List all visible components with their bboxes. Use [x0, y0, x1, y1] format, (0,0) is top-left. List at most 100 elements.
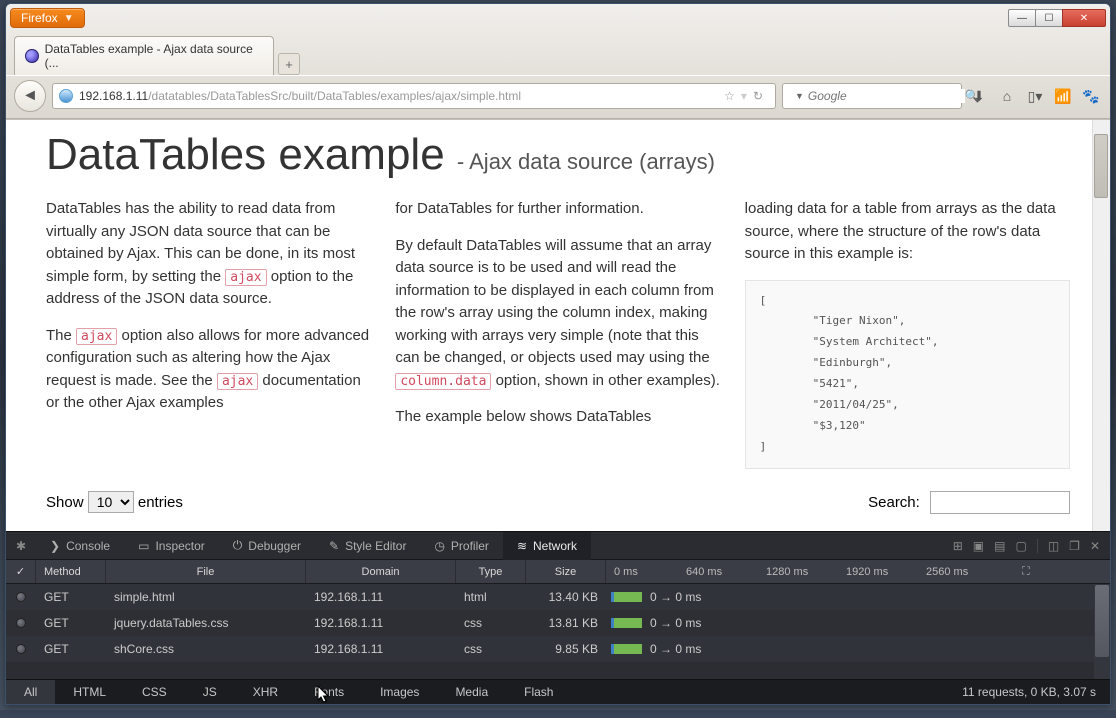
status-dot-icon	[16, 644, 26, 654]
th-office[interactable]: Office▲▼	[393, 524, 548, 531]
window-controls: — ☐ ✕	[1009, 9, 1106, 27]
search-engine-dropdown-icon[interactable]: ▼	[791, 91, 808, 101]
cell-size: 13.40 KB	[526, 590, 606, 604]
tab-title: DataTables example - Ajax data source (.…	[45, 42, 263, 70]
devtools-icon-2[interactable]: ▣	[973, 539, 984, 553]
styleeditor-icon: ✎	[329, 539, 339, 553]
filter-xhr[interactable]: XHR	[235, 680, 296, 704]
firefox-menu-button[interactable]: Firefox ▼	[10, 8, 85, 28]
globe-icon	[59, 89, 73, 103]
addon-button[interactable]: 🐾	[1080, 88, 1102, 105]
page-subtitle: - Ajax data source (arrays)	[457, 149, 715, 174]
feed-button[interactable]: 📶	[1052, 88, 1074, 105]
header-size[interactable]: Size	[526, 560, 606, 583]
code-columndata: column.data	[395, 373, 491, 390]
cell-method: GET	[36, 590, 106, 604]
cell-type: css	[456, 642, 526, 656]
header-method[interactable]: Method	[36, 560, 106, 583]
network-request-row[interactable]: GETsimple.html192.168.1.11html13.40 KB0 …	[6, 584, 1110, 610]
cell-file: shCore.css	[106, 642, 306, 656]
header-timeline[interactable]: 0 ms 640 ms 1280 ms 1920 ms 2560 ms ⛶	[606, 566, 1110, 578]
filter-css[interactable]: CSS	[124, 680, 185, 704]
status-dot-icon	[16, 592, 26, 602]
cell-time: 0 → 0 ms	[650, 590, 701, 604]
devtools-dock-button[interactable]: ◫	[1048, 539, 1059, 553]
filter-js[interactable]: JS	[185, 680, 235, 704]
network-request-row[interactable]: GETshCore.css192.168.1.11css9.85 KB0 → 0…	[6, 636, 1110, 662]
status-dot-icon	[16, 618, 26, 628]
devtools-scrollbar[interactable]	[1094, 584, 1110, 679]
inspector-icon: ▭	[138, 539, 149, 553]
cell-domain: 192.168.1.11	[306, 642, 456, 656]
tab-network[interactable]: ≋Network	[503, 532, 591, 560]
network-headers: ✓ Method File Domain Type Size 0 ms 640 …	[6, 560, 1110, 584]
tab-styleeditor[interactable]: ✎Style Editor	[315, 532, 420, 560]
table-search-input[interactable]	[930, 491, 1070, 514]
tab-console[interactable]: ❯Console	[36, 532, 124, 560]
th-startdate[interactable]: Start date▲▼	[688, 524, 909, 531]
reload-button[interactable]: ↻	[747, 89, 769, 103]
waterfall-bar	[614, 618, 642, 628]
network-request-row[interactable]: GETjquery.dataTables.css192.168.1.11css1…	[6, 610, 1110, 636]
browser-tab[interactable]: DataTables example - Ajax data source (.…	[14, 36, 274, 75]
filter-media[interactable]: Media	[437, 680, 506, 704]
devtools-icon-1[interactable]: ⊞	[953, 539, 963, 553]
devtools-icon-4[interactable]: ▢	[1015, 539, 1026, 553]
page-scrollbar[interactable]	[1092, 120, 1110, 531]
devtools-popout-button[interactable]: ❐	[1069, 539, 1080, 553]
cell-type: html	[456, 590, 526, 604]
tab-profiler[interactable]: ◷Profiler	[420, 532, 503, 560]
th-position[interactable]: Position▲▼	[197, 524, 393, 531]
cell-time: 0 → 0 ms	[650, 642, 701, 656]
filter-fonts[interactable]: Fonts	[296, 680, 362, 704]
home-button[interactable]: ⌂	[996, 88, 1018, 104]
tab-inspector[interactable]: ▭Inspector	[124, 532, 219, 560]
bookmarks-button[interactable]: ▯▾	[1024, 88, 1046, 105]
intro-paragraph-4: By default DataTables will assume that a…	[395, 235, 720, 393]
intro-paragraph-6: loading data for a table from arrays as …	[745, 198, 1070, 266]
entries-select[interactable]: 10	[88, 491, 134, 513]
code-block: [ "Tiger Nixon", "System Architect", "Ed…	[745, 280, 1070, 469]
new-tab-button[interactable]: +	[278, 53, 300, 75]
filter-flash[interactable]: Flash	[506, 680, 571, 704]
filter-images[interactable]: Images	[362, 680, 437, 704]
network-filters: AllHTMLCSSJSXHRFontsImagesMediaFlash 11 …	[6, 679, 1110, 704]
maximize-button[interactable]: ☐	[1035, 9, 1063, 27]
th-salary[interactable]: Salary▲▼	[909, 524, 1070, 531]
firefox-window: Firefox ▼ — ☐ ✕ DataTables example - Aja…	[5, 3, 1111, 705]
devtools-options-button[interactable]: ✱	[6, 532, 36, 560]
downloads-button[interactable]: ⬇	[968, 88, 990, 105]
search-control: Search:	[868, 491, 1070, 514]
header-status[interactable]: ✓	[6, 560, 36, 583]
search-input[interactable]	[808, 89, 965, 103]
code-ajax: ajax	[225, 269, 266, 286]
devtools-close-button[interactable]: ✕	[1090, 539, 1100, 553]
minimize-button[interactable]: —	[1008, 9, 1036, 27]
cell-waterfall: 0 → 0 ms	[606, 590, 1094, 604]
debugger-icon: ⏻	[233, 538, 243, 553]
header-type[interactable]: Type	[456, 560, 526, 583]
url-bar[interactable]: 192.168.1.11/datatables/DataTablesSrc/bu…	[52, 83, 776, 109]
length-control: Show 10 entries	[46, 491, 183, 513]
header-domain[interactable]: Domain	[306, 560, 456, 583]
filter-html[interactable]: HTML	[55, 680, 124, 704]
search-bar[interactable]: ▼ 🔍	[782, 83, 962, 109]
expand-icon[interactable]: ⛶	[1022, 565, 1102, 578]
bookmark-star-icon[interactable]: ☆	[718, 89, 741, 103]
chevron-down-icon: ▼	[64, 13, 74, 24]
close-button[interactable]: ✕	[1062, 9, 1106, 27]
cell-type: css	[456, 616, 526, 630]
network-icon: ≋	[517, 539, 527, 553]
back-button[interactable]: ◄	[14, 80, 46, 112]
th-name[interactable]: Name▲	[46, 524, 197, 531]
favicon-icon	[25, 49, 39, 63]
tab-debugger[interactable]: ⏻Debugger	[219, 532, 315, 560]
devtools-icon-3[interactable]: ▤	[994, 539, 1005, 553]
cell-waterfall: 0 → 0 ms	[606, 616, 1094, 630]
header-file[interactable]: File	[106, 560, 306, 583]
console-icon: ❯	[50, 539, 60, 553]
intro-paragraph-2: The ajax option also allows for more adv…	[46, 325, 371, 415]
th-extn[interactable]: Extn.▲▼	[548, 524, 688, 531]
filter-all[interactable]: All	[6, 680, 55, 704]
firefox-label: Firefox	[21, 11, 58, 25]
